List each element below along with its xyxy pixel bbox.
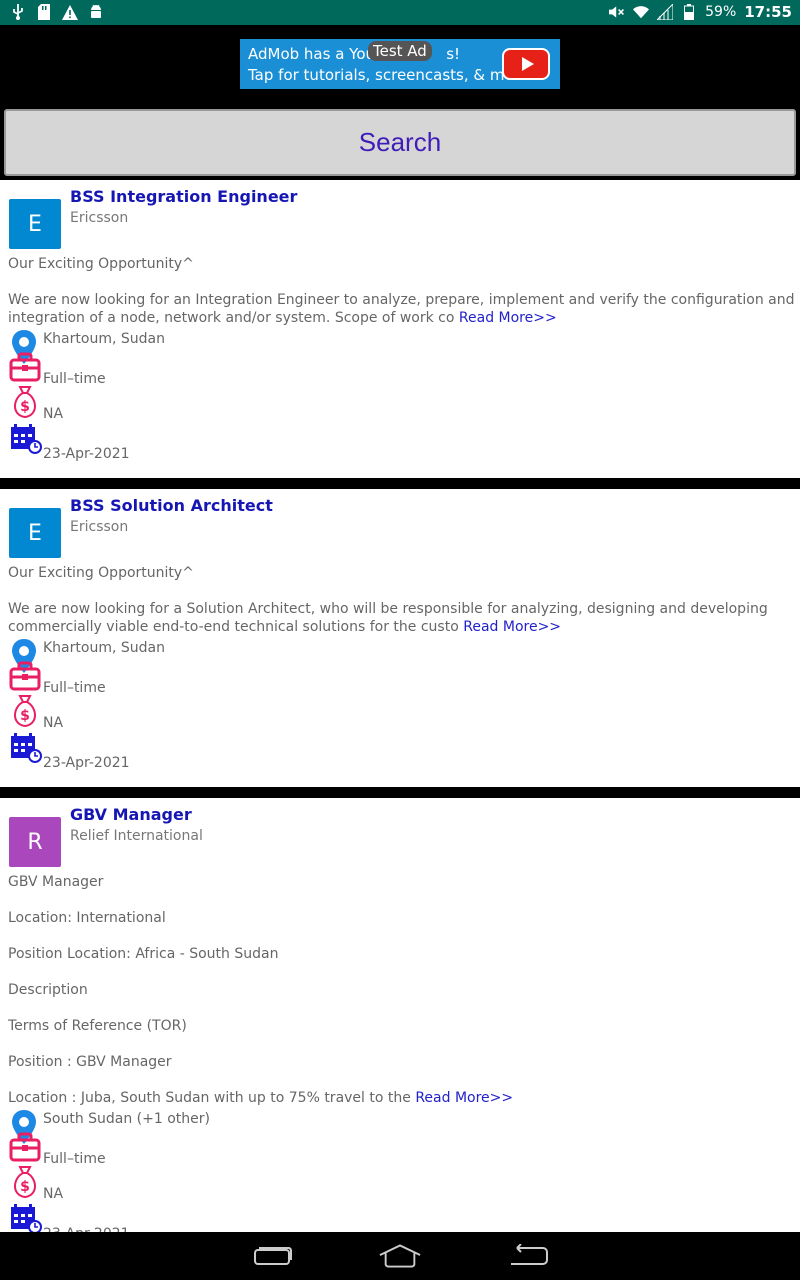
status-bar: 59% 17:55: [0, 0, 800, 25]
battery-icon: [681, 3, 697, 21]
ad-area: AdMob has a YouT s! Tap for tutorials, sc…: [0, 25, 800, 105]
money-bag-icon: $: [9, 1165, 39, 1199]
company-avatar: E: [9, 508, 61, 558]
sd-card-icon: [36, 3, 52, 21]
company-avatar: E: [9, 199, 61, 249]
company-avatar: R: [9, 817, 61, 867]
calendar-icon: [9, 1203, 42, 1232]
read-more-link[interactable]: Read More>>: [463, 619, 561, 635]
back-button[interactable]: [506, 1240, 550, 1272]
description-paragraph: Position Location: Africa - South Sudan: [8, 946, 279, 962]
job-title[interactable]: GBV Manager: [70, 805, 192, 824]
description-paragraph: Our Exciting Opportunity^: [8, 565, 194, 581]
home-button[interactable]: [378, 1240, 422, 1272]
description-paragraph: Description: [8, 982, 88, 998]
recent-apps-button[interactable]: [250, 1240, 294, 1272]
warning-icon: [62, 3, 78, 21]
recent-apps-icon: [254, 1247, 292, 1265]
company-name: Relief International: [70, 828, 203, 844]
location: South Sudan (+1 other): [43, 1111, 210, 1127]
battery-percent: 59%: [705, 4, 737, 20]
salary: NA: [43, 715, 64, 731]
description-paragraph: Our Exciting Opportunity^: [8, 256, 194, 272]
location: Khartoum, Sudan: [43, 331, 165, 347]
job-card[interactable]: E BSS Integration Engineer Ericsson Our Exc…: [0, 180, 800, 478]
salary: NA: [43, 406, 64, 422]
ad-banner[interactable]: AdMob has a YouT s! Tap for tutorials, sc…: [240, 39, 560, 89]
job-type: Full–time: [43, 371, 106, 387]
briefcase-icon: [9, 1131, 41, 1165]
description-text: We are now looking for a Solution Archit…: [8, 600, 798, 636]
svg-text:$: $: [20, 708, 30, 724]
wifi-icon: [633, 3, 650, 21]
salary: NA: [43, 1186, 64, 1202]
description-snippet: We are now looking for a Solution Archit…: [8, 601, 768, 635]
ad-text-line2: Tap for tutorials, screencasts, & more.: [248, 66, 534, 84]
svg-text:$: $: [20, 399, 30, 415]
signal-icon: [657, 3, 674, 21]
description-paragraph: GBV Manager: [8, 874, 104, 890]
read-more-link[interactable]: Read More>>: [415, 1090, 513, 1106]
job-type: Full–time: [43, 1151, 106, 1167]
description-text: We are now looking for an Integration En…: [8, 291, 798, 327]
mute-icon: [609, 3, 625, 21]
youtube-play-icon: [502, 48, 550, 80]
calendar-icon: [9, 423, 42, 457]
android-icon: [88, 3, 104, 21]
posted-date: 23-Apr-2021: [43, 446, 130, 462]
briefcase-icon: [9, 351, 41, 385]
svg-text:$: $: [20, 1179, 30, 1195]
job-title[interactable]: BSS Integration Engineer: [70, 187, 297, 206]
company-name: Ericsson: [70, 210, 129, 226]
search-button[interactable]: Search: [4, 109, 796, 176]
description-paragraph: Position : GBV Manager: [8, 1054, 172, 1070]
navigation-bar: [0, 1232, 800, 1280]
briefcase-icon: [9, 660, 41, 694]
money-bag-icon: $: [9, 694, 39, 728]
usb-icon: [10, 3, 26, 21]
calendar-icon: [9, 732, 42, 766]
test-ad-label: Test Ad: [368, 41, 432, 61]
description-text: Location : Juba, South Sudan with up to …: [8, 1089, 798, 1107]
money-bag-icon: $: [9, 385, 39, 419]
description-paragraph: Terms of Reference (TOR): [8, 1018, 187, 1034]
posted-date: 23-Apr-2021: [43, 755, 130, 771]
company-name: Ericsson: [70, 519, 129, 535]
job-card[interactable]: R GBV Manager Relief International GBV Mana…: [0, 798, 800, 1232]
read-more-link[interactable]: Read More>>: [459, 310, 557, 326]
job-card[interactable]: E BSS Solution Architect Ericsson Our Excit…: [0, 489, 800, 787]
clock: 17:55: [744, 3, 792, 21]
description-snippet: Location : Juba, South Sudan with up to …: [8, 1090, 411, 1106]
job-title[interactable]: BSS Solution Architect: [70, 496, 273, 515]
job-type: Full–time: [43, 680, 106, 696]
description-paragraph: Location: International: [8, 910, 166, 926]
home-icon: [379, 1244, 421, 1268]
location: Khartoum, Sudan: [43, 640, 165, 656]
description-snippet: We are now looking for an Integration En…: [8, 292, 795, 326]
back-icon: [511, 1244, 548, 1265]
